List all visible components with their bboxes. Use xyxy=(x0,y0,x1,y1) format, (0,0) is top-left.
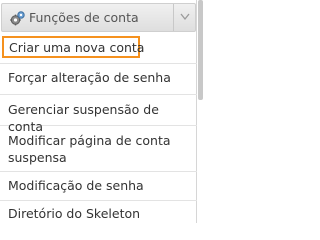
menu-item-manage-suspension[interactable]: Gerenciar suspensão de conta xyxy=(0,95,197,134)
menu-item-label: Forçar alteração de senha xyxy=(8,70,171,85)
menu-item-skeleton-directory[interactable]: Diretório do Skeleton xyxy=(0,201,197,229)
menu-item-label: Modificação de senha xyxy=(8,178,144,193)
menu-item-label: Diretório do Skeleton xyxy=(8,206,141,221)
panel-title: Funções de conta xyxy=(29,10,139,25)
scrollbar-thumb[interactable] xyxy=(198,0,203,100)
account-functions-panel: Funções de conta Criar uma nova conta Fo… xyxy=(0,0,197,223)
menu-item-modify-suspended-page[interactable]: Modificar página de conta suspensa xyxy=(0,126,197,171)
menu-item-label: Modificar página de conta suspensa xyxy=(8,133,171,165)
gears-icon xyxy=(9,10,26,27)
menu-item-create-account[interactable]: Criar uma nova conta xyxy=(0,33,197,63)
chevron-down-icon xyxy=(180,13,190,21)
collapse-toggle[interactable] xyxy=(173,4,195,31)
menu-item-force-password-change[interactable]: Forçar alteração de senha xyxy=(0,64,197,94)
account-functions-menu: Criar uma nova conta Forçar alteração de… xyxy=(0,33,197,229)
menu-item-password-modification[interactable]: Modificação de senha xyxy=(0,172,197,200)
panel-header[interactable]: Funções de conta xyxy=(1,3,196,32)
menu-item-label: Criar uma nova conta xyxy=(2,36,144,58)
